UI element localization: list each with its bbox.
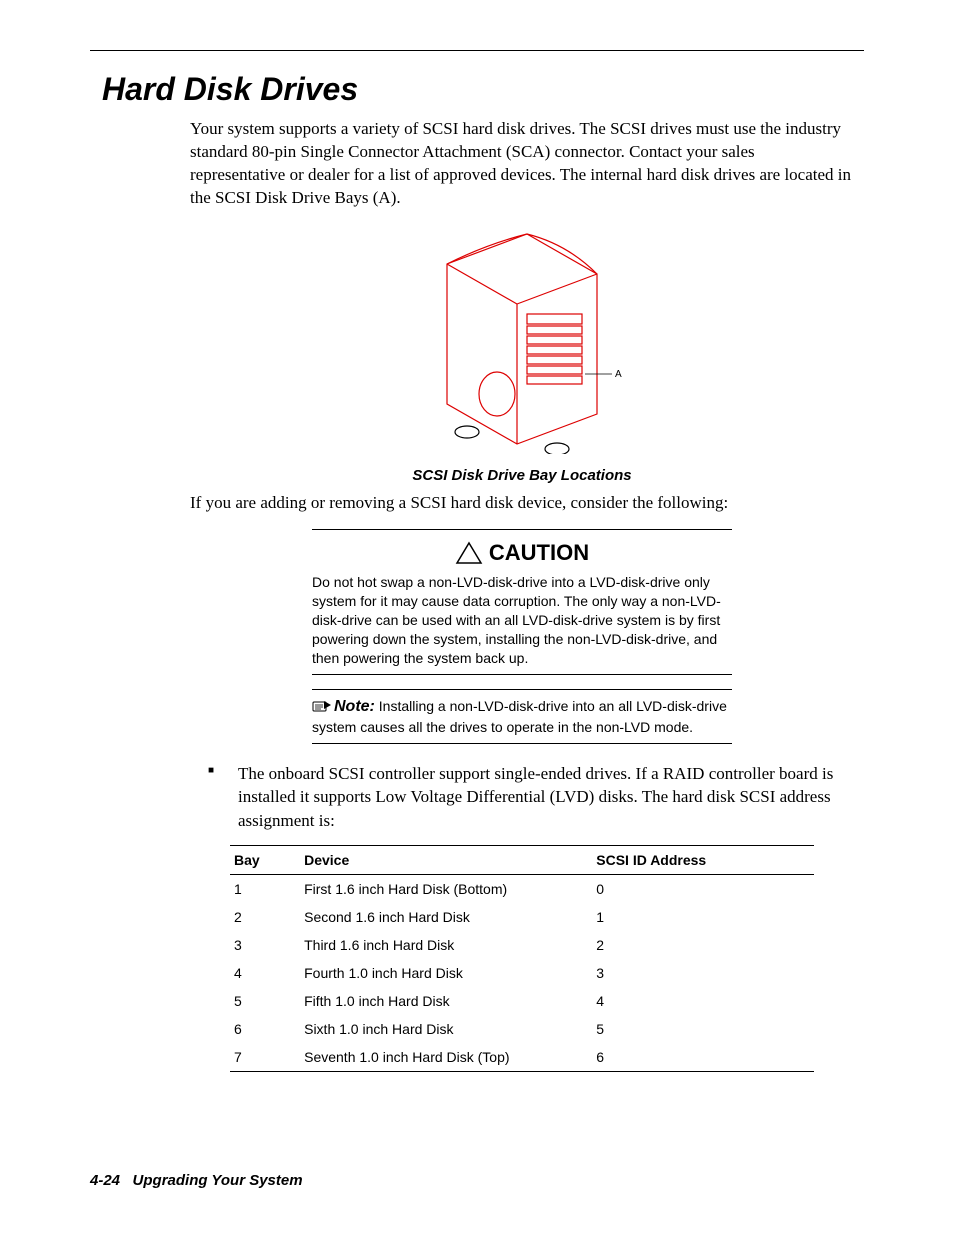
cell-device: Sixth 1.0 inch Hard Disk [300, 1015, 592, 1043]
table-row: 2 Second 1.6 inch Hard Disk 1 [230, 903, 814, 931]
cell-scsi: 0 [592, 875, 814, 904]
th-bay: Bay [230, 846, 300, 875]
table-body: 1 First 1.6 inch Hard Disk (Bottom) 0 2 … [230, 875, 814, 1072]
cell-device: Fourth 1.0 inch Hard Disk [300, 959, 592, 987]
scsi-address-table: Bay Device SCSI ID Address 1 First 1.6 i… [230, 845, 814, 1072]
caution-title: CAUTION [489, 538, 589, 568]
note-title: Note: [334, 698, 375, 715]
table-row: 3 Third 1.6 inch Hard Disk 2 [230, 931, 814, 959]
cell-scsi: 2 [592, 931, 814, 959]
body-column: Your system supports a variety of SCSI h… [190, 118, 854, 1072]
table-row: 4 Fourth 1.0 inch Hard Disk 3 [230, 959, 814, 987]
cell-scsi: 5 [592, 1015, 814, 1043]
bullet-list: The onboard SCSI controller support sing… [190, 762, 854, 833]
figure-caption: SCSI Disk Drive Bay Locations [190, 467, 854, 484]
cell-device: Third 1.6 inch Hard Disk [300, 931, 592, 959]
table-header-row: Bay Device SCSI ID Address [230, 846, 814, 875]
top-rule [90, 50, 864, 51]
caution-callout: CAUTION Do not hot swap a non-LVD-disk-d… [312, 529, 732, 675]
th-device: Device [300, 846, 592, 875]
table-row: 7 Seventh 1.0 inch Hard Disk (Top) 6 [230, 1043, 814, 1072]
after-figure-paragraph: If you are adding or removing a SCSI har… [190, 492, 854, 515]
section-heading: Hard Disk Drives [102, 71, 864, 108]
cell-device: Second 1.6 inch Hard Disk [300, 903, 592, 931]
pencil-note-icon [312, 699, 332, 718]
cell-bay: 4 [230, 959, 300, 987]
table-row: 5 Fifth 1.0 inch Hard Disk 4 [230, 987, 814, 1015]
cell-bay: 1 [230, 875, 300, 904]
table-row: 1 First 1.6 inch Hard Disk (Bottom) 0 [230, 875, 814, 904]
cell-scsi: 4 [592, 987, 814, 1015]
warning-triangle-icon [455, 541, 483, 565]
footer-section: Upgrading Your System [133, 1172, 303, 1189]
page-footer: 4-24 Upgrading Your System [90, 1172, 303, 1189]
footer-page-number: 4-24 [90, 1172, 120, 1189]
intro-paragraph: Your system supports a variety of SCSI h… [190, 118, 854, 210]
cell-scsi: 6 [592, 1043, 814, 1072]
cell-bay: 6 [230, 1015, 300, 1043]
table-row: 6 Sixth 1.0 inch Hard Disk 5 [230, 1015, 814, 1043]
cell-device: Seventh 1.0 inch Hard Disk (Top) [300, 1043, 592, 1072]
cell-bay: 7 [230, 1043, 300, 1072]
cell-device: Fifth 1.0 inch Hard Disk [300, 987, 592, 1015]
note-body: Installing a non-LVD-disk-drive into an … [312, 698, 727, 735]
cell-bay: 3 [230, 931, 300, 959]
cell-bay: 5 [230, 987, 300, 1015]
bullet-scsi-controller: The onboard SCSI controller support sing… [208, 762, 854, 833]
cell-scsi: 1 [592, 903, 814, 931]
caution-body: Do not hot swap a non-LVD-disk-drive int… [312, 573, 732, 667]
server-tower-icon: A [407, 224, 637, 454]
cell-bay: 2 [230, 903, 300, 931]
page: Hard Disk Drives Your system supports a … [0, 0, 954, 1235]
th-scsi: SCSI ID Address [592, 846, 814, 875]
figure-label-a: A [615, 369, 622, 380]
figure-disk-bays: A SCSI Disk Drive Bay Locations [190, 224, 854, 484]
caution-title-row: CAUTION [312, 538, 732, 568]
cell-scsi: 3 [592, 959, 814, 987]
note-callout: Note: Installing a non-LVD-disk-drive in… [312, 689, 732, 744]
cell-device: First 1.6 inch Hard Disk (Bottom) [300, 875, 592, 904]
